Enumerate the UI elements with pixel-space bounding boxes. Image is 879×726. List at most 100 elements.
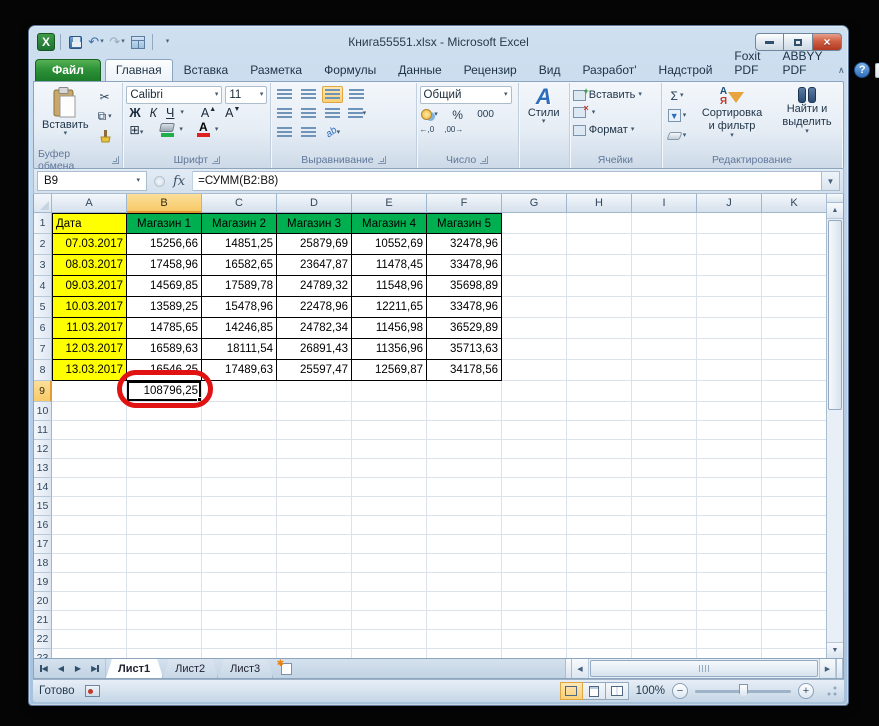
cell-K1[interactable] [762,213,826,234]
cell-A15[interactable] [52,497,127,516]
vertical-scrollbar[interactable]: ▲ ▼ [826,194,843,658]
cell-D23[interactable] [277,649,352,658]
cell-K8[interactable] [762,360,826,381]
align-right-button[interactable] [322,105,343,122]
cell-D6[interactable]: 24782,34 [277,318,352,339]
cell-I22[interactable] [632,630,697,649]
cell-C14[interactable] [202,478,277,497]
cell-B7[interactable]: 16589,63 [127,339,202,360]
cell-F4[interactable]: 35698,89 [427,276,502,297]
cell-D12[interactable] [277,440,352,459]
column-header-G[interactable]: G [502,194,567,213]
find-select-button[interactable]: Найти и выделить ▾ [775,85,839,137]
vertical-scroll-thumb[interactable] [828,220,842,410]
cell-H17[interactable] [567,535,632,554]
cell-J9[interactable] [697,381,762,402]
cell-H6[interactable] [567,318,632,339]
cell-I15[interactable] [632,497,697,516]
cell-J16[interactable] [697,516,762,535]
vertical-scroll-track[interactable] [827,411,843,642]
align-bottom-button[interactable] [322,86,343,103]
column-header-B[interactable]: B [127,194,202,213]
row-header-4[interactable]: 4 [34,276,52,297]
italic-button[interactable]: К [147,106,160,120]
cell-J2[interactable] [697,234,762,255]
cell-J21[interactable] [697,611,762,630]
restore-button[interactable] [784,33,813,51]
cell-H12[interactable] [567,440,632,459]
cell-H10[interactable] [567,402,632,421]
cell-D13[interactable] [277,459,352,478]
ribbon-tab-6[interactable]: Вид [528,59,572,81]
cell-C3[interactable]: 16582,65 [202,255,277,276]
cell-E13[interactable] [352,459,427,478]
row-header-21[interactable]: 21 [34,611,52,630]
cell-G4[interactable] [502,276,567,297]
cell-B2[interactable]: 15256,66 [127,234,202,255]
cell-J13[interactable] [697,459,762,478]
horizontal-scroll-thumb[interactable] [590,660,818,677]
cell-E4[interactable]: 11548,96 [352,276,427,297]
cell-G10[interactable] [502,402,567,421]
cell-A14[interactable] [52,478,127,497]
row-header-10[interactable]: 10 [34,402,52,421]
page-break-view-button[interactable] [606,682,629,700]
cell-H18[interactable] [567,554,632,573]
cell-C1[interactable]: Магазин 2 [202,213,277,234]
cell-K20[interactable] [762,592,826,611]
cell-C13[interactable] [202,459,277,478]
cell-I16[interactable] [632,516,697,535]
cell-A10[interactable] [52,402,127,421]
cell-B13[interactable] [127,459,202,478]
formula-input[interactable]: =СУММ(B2:B8) [193,171,822,191]
cell-C6[interactable]: 14246,85 [202,318,277,339]
cell-A19[interactable] [52,573,127,592]
normal-view-button[interactable] [560,682,583,700]
cell-C15[interactable] [202,497,277,516]
cell-D16[interactable] [277,516,352,535]
cell-H16[interactable] [567,516,632,535]
cell-E12[interactable] [352,440,427,459]
cell-A4[interactable]: 09.03.2017 [52,276,127,297]
cell-H8[interactable] [567,360,632,381]
cell-D4[interactable]: 24789,32 [277,276,352,297]
cell-F23[interactable] [427,649,502,658]
cell-K13[interactable] [762,459,826,478]
cell-C18[interactable] [202,554,277,573]
cell-G9[interactable] [502,381,567,402]
cell-H11[interactable] [567,421,632,440]
resize-grip-icon[interactable] [825,685,838,698]
cell-K5[interactable] [762,297,826,318]
cell-G22[interactable] [502,630,567,649]
row-header-18[interactable]: 18 [34,554,52,573]
sheet-tab-0[interactable]: Лист1 [106,659,163,678]
cell-E14[interactable] [352,478,427,497]
column-header-K[interactable]: K [762,194,826,213]
cell-C20[interactable] [202,592,277,611]
cell-E1[interactable]: Магазин 4 [352,213,427,234]
align-center-button[interactable] [298,105,319,122]
align-left-button[interactable] [274,105,295,122]
sheet-tab-1[interactable]: Лист2 [163,659,218,678]
cell-B11[interactable] [127,421,202,440]
cell-H14[interactable] [567,478,632,497]
tab-split-handle[interactable] [565,659,572,678]
cell-E6[interactable]: 11456,98 [352,318,427,339]
cell-B3[interactable]: 17458,96 [127,255,202,276]
cell-I14[interactable] [632,478,697,497]
insert-cells-button[interactable]: +Вставить▾ [573,89,642,101]
cell-H4[interactable] [567,276,632,297]
cell-K7[interactable] [762,339,826,360]
zoom-level[interactable]: 100% [636,685,665,697]
horizontal-scroll-track[interactable] [589,659,819,678]
cell-H1[interactable] [567,213,632,234]
dialog-launcher-icon[interactable] [212,156,220,164]
cell-I2[interactable] [632,234,697,255]
cell-D7[interactable]: 26891,43 [277,339,352,360]
cell-I3[interactable] [632,255,697,276]
cell-J10[interactable] [697,402,762,421]
cell-E21[interactable] [352,611,427,630]
cell-C23[interactable] [202,649,277,658]
comma-style-button[interactable]: 000 [476,106,496,123]
cell-I9[interactable] [632,381,697,402]
